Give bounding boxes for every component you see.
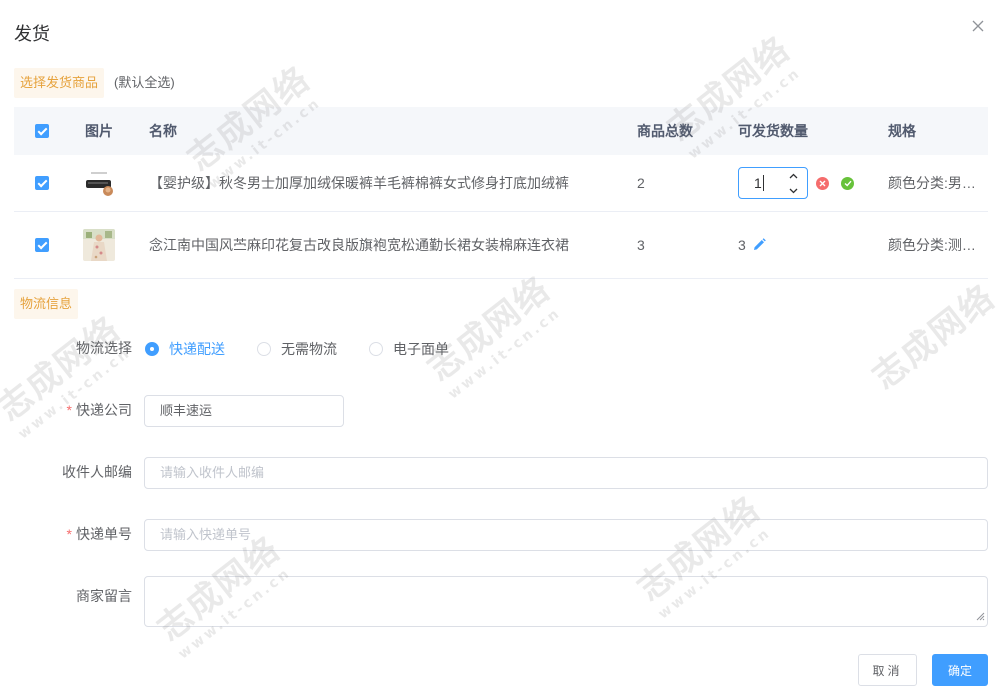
shippable-quantity-input[interactable]: 1 xyxy=(738,167,808,199)
header-total: 商品总数 xyxy=(637,123,693,139)
row-checkbox[interactable] xyxy=(35,176,49,190)
product-total: 3 xyxy=(637,237,645,253)
logistics-method-group: 快递配送 无需物流 电子面单 xyxy=(145,339,481,359)
table-row: 念江南中国风苎麻印花复古改良版旗袍宽松通勤长裙女装棉麻连衣裙 3 3 颜色分类:… xyxy=(14,212,988,279)
product-spec: 颜色分类:男… xyxy=(888,175,976,191)
chevron-up-icon xyxy=(789,173,797,178)
tracking-label: * 快递单号 xyxy=(66,526,132,542)
company-label: * 快递公司 xyxy=(66,402,132,418)
radio-no-logistics[interactable]: 无需物流 xyxy=(257,339,337,359)
cancel-edit-button[interactable] xyxy=(816,176,829,190)
chevron-down-icon xyxy=(789,188,797,193)
merchant-remark-textarea[interactable] xyxy=(144,576,988,627)
tracking-number-input[interactable]: 请输入快递单号 xyxy=(144,519,988,551)
table-header: 图片 名称 商品总数 可发货数量 规格 xyxy=(14,107,988,155)
product-spec: 颜色分类:测… xyxy=(888,237,976,253)
product-thumbnail[interactable] xyxy=(83,229,115,261)
logistics-section-tag: 物流信息 xyxy=(14,289,79,319)
product-total: 2 xyxy=(637,175,645,191)
resize-handle-icon[interactable] xyxy=(975,608,985,624)
goods-section-tag: 选择发货商品 xyxy=(14,68,105,98)
postcode-input[interactable]: 请输入收件人邮编 xyxy=(144,457,988,489)
remark-label: 商家留言 xyxy=(76,588,132,604)
method-label: 物流选择 xyxy=(76,340,132,356)
header-shippable: 可发货数量 xyxy=(738,123,808,139)
goods-table: 图片 名称 商品总数 可发货数量 规格 【婴护级】秋冬男士加厚加绒保暖裤羊毛裤棉… xyxy=(14,107,988,279)
cancel-button[interactable]: 取消 xyxy=(858,654,917,686)
postcode-label: 收件人邮编 xyxy=(62,464,132,480)
dialog-title: 发货 xyxy=(14,24,50,44)
courier-company-select[interactable]: 顺丰速运 xyxy=(144,395,344,427)
select-all-checkbox[interactable] xyxy=(35,124,49,138)
increase-button[interactable] xyxy=(779,168,807,183)
confirm-edit-button[interactable] xyxy=(841,176,854,190)
select-all-note: (默认全选) xyxy=(114,75,175,90)
header-spec: 规格 xyxy=(888,123,916,139)
product-name: 念江南中国风苎麻印花复古改良版旗袍宽松通勤长裙女装棉麻连衣裙 xyxy=(149,237,569,253)
product-name: 【婴护级】秋冬男士加厚加绒保暖裤羊毛裤棉裤女式修身打底加绒裤 xyxy=(149,175,569,191)
confirm-button[interactable]: 确定 xyxy=(932,654,988,686)
close-button[interactable] xyxy=(970,18,986,34)
table-row: 【婴护级】秋冬男士加厚加绒保暖裤羊毛裤棉裤女式修身打底加绒裤 2 1 颜色分类:… xyxy=(14,155,988,212)
radio-electronic-waybill[interactable]: 电子面单 xyxy=(369,339,449,359)
watermark: 志成网络 www.it-cn.cn xyxy=(420,268,565,403)
pencil-icon xyxy=(753,238,766,250)
decrease-button[interactable] xyxy=(779,183,807,198)
edit-quantity-button[interactable] xyxy=(752,238,766,252)
check-circle-icon xyxy=(844,180,852,186)
shippable-quantity: 3 xyxy=(738,237,746,253)
header-name: 名称 xyxy=(149,123,177,139)
watermark: 志成网络 www.it-cn.cn xyxy=(0,308,135,443)
product-thumbnail[interactable] xyxy=(83,167,115,199)
close-circle-icon xyxy=(819,180,826,186)
close-icon xyxy=(972,20,984,32)
header-image: 图片 xyxy=(85,123,113,139)
row-checkbox[interactable] xyxy=(35,238,49,252)
radio-express-delivery[interactable]: 快递配送 xyxy=(145,339,225,359)
watermark: 志成网络 xyxy=(865,277,1000,398)
